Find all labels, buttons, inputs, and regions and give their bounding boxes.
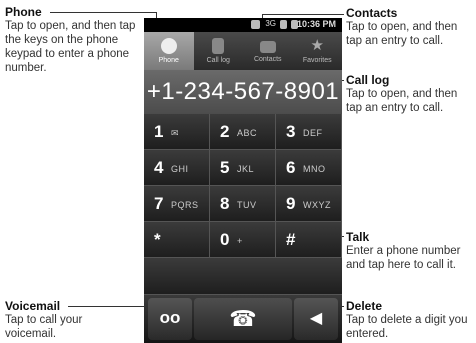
key-6-letters: MNO [303,164,326,174]
key-8-digit: 8 [220,194,230,213]
key-7-letters: PQRS [171,200,199,210]
key-1[interactable]: 1 ✉ [144,114,210,150]
phone-annotation-text: Tap to open, and then tap the keys on th… [5,20,136,74]
key-2[interactable]: 2 ABC [210,114,276,150]
contacts-annotation-title: Contacts [346,6,398,20]
talk-annotation-text: Enter a phone number and tap here to cal… [346,245,461,271]
key-3[interactable]: 3 DEF [276,114,342,150]
keypad-spacer [144,258,342,295]
key-0-digit: 0 [220,230,230,249]
tab-contacts[interactable]: Contacts [243,32,293,70]
key-4-letters: GHI [171,164,189,174]
key-7[interactable]: 7 PQRS [144,186,210,222]
key-star-digit: * [154,230,161,249]
tab-contacts-label: Contacts [253,56,282,63]
key-1-digit: 1 [154,122,164,141]
network-type: 3G [265,19,276,28]
key-2-digit: 2 [220,122,230,141]
key-9[interactable]: 9 WXYZ [276,186,342,222]
key-star[interactable]: * [144,222,210,258]
phone-icon [160,38,177,54]
key-hash[interactable]: # [276,222,342,258]
tab-call-log-label: Call log [206,57,230,64]
contacts-annotation: Contacts Tap to open, and then tap an en… [346,6,474,48]
contacts-annotation-text: Tap to open, and then tap an entry to ca… [346,21,458,47]
phone-leader-h [50,12,157,13]
tab-phone-label: Phone [158,57,179,64]
voicemail-button[interactable]: oo [148,298,192,340]
keypad: 1 ✉ 2 ABC 3 DEF 4 GHI 5 JKL 6 MNO 7 PQRS 8 TUV 9… [144,114,342,295]
voicemail-icon: oo [159,308,181,327]
key-4[interactable]: 4 GHI [144,150,210,186]
call-log-annotation: Call log Tap to open, and then tap an en… [346,73,474,115]
voicemail-annotation-text: Tap to call your voicemail. [5,314,83,340]
key-0-letters: + [237,236,243,246]
status-time: 10:36 PM [296,19,336,29]
signal-icon [280,20,287,29]
key-8-letters: TUV [237,200,257,210]
key-0[interactable]: 0 + [210,222,276,258]
tab-phone[interactable]: Phone [144,32,194,70]
key-hash-digit: # [286,230,296,249]
talk-annotation: Talk Enter a phone number and tap here t… [346,230,474,272]
contacts-icon [259,41,276,53]
status-bar: 3G 10:36 PM [144,18,342,32]
dialed-number-display: +1-234-567-8901 [144,70,342,114]
key-9-digit: 9 [286,194,296,213]
key-5-letters: JKL [237,164,255,174]
delete-annotation-title: Delete [346,299,383,313]
alarm-icon [251,20,260,29]
phone-screen: 3G 10:36 PM Phone Call log Contacts ★ Fa… [144,18,342,343]
handset-icon: ☎ [229,306,257,331]
key-6-digit: 6 [286,158,296,177]
key-6[interactable]: 6 MNO [276,150,342,186]
delete-annotation: Delete Tap to delete a digit you entered… [346,299,474,341]
dialer-tabs: Phone Call log Contacts ★ Favorites [144,32,342,70]
key-3-letters: DEF [303,128,323,138]
key-8[interactable]: 8 TUV [210,186,276,222]
favorites-icon: ★ [310,37,324,54]
delete-button[interactable]: ◀ [294,298,338,340]
talk-annotation-title: Talk [346,230,370,244]
key-9-letters: WXYZ [303,200,331,210]
backspace-icon: ◀ [309,310,323,327]
voicemail-envelope-icon: ✉ [171,128,180,138]
phone-annotation: Phone Tap to open, and then tap the keys… [5,5,140,75]
key-4-digit: 4 [154,158,164,177]
key-5[interactable]: 5 JKL [210,150,276,186]
tab-favorites-label: Favorites [302,57,332,64]
tab-call-log[interactable]: Call log [194,32,244,70]
call-log-icon [212,38,225,54]
key-3-digit: 3 [286,122,296,141]
delete-annotation-text: Tap to delete a digit you entered. [346,314,468,340]
talk-button[interactable]: ☎ [194,298,292,340]
tab-favorites[interactable]: ★ Favorites [293,32,343,70]
key-2-letters: ABC [237,128,258,138]
key-7-digit: 7 [154,194,164,213]
call-log-annotation-text: Tap to open, and then tap an entry to ca… [346,88,458,114]
contacts-leader-h [262,14,344,15]
dialer-action-bar: oo ☎ ◀ [144,295,342,343]
call-log-annotation-title: Call log [346,73,390,87]
key-5-digit: 5 [220,158,230,177]
